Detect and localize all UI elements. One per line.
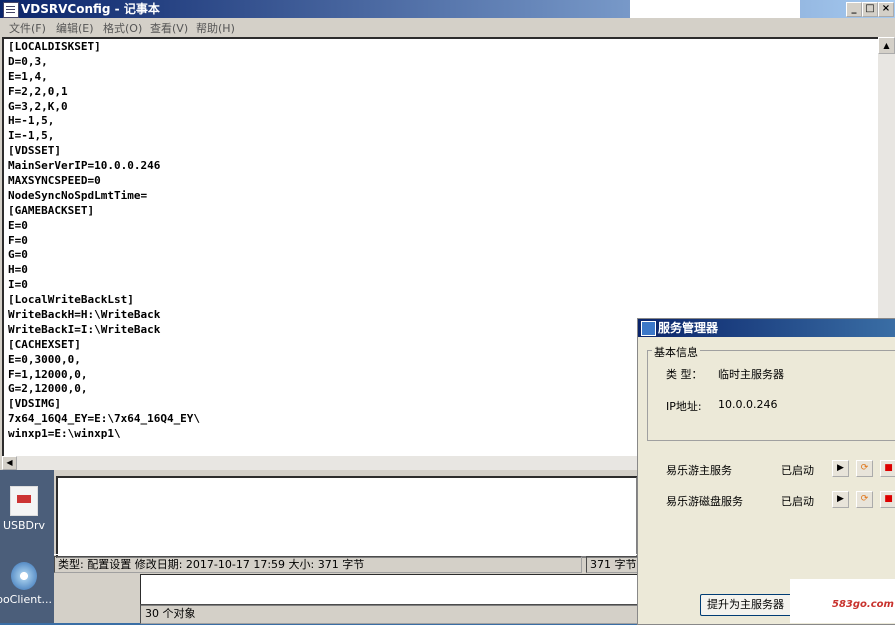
usb-driver-icon: [10, 486, 38, 516]
notepad-icon: [3, 2, 19, 18]
text-line: [LOCALDISKSET]: [8, 40, 101, 53]
text-line: H=-1,5,: [8, 114, 55, 128]
text-line: E=0: [8, 218, 28, 232]
window-title: VDSRVConfig - 记事本: [21, 2, 160, 16]
service-manager-icon: [641, 321, 656, 336]
desktop-icon-label: USBDrv: [2, 519, 46, 532]
dialog-titlebar[interactable]: 服务管理器: [638, 319, 895, 337]
explorer-window: 类型: 配置设置 修改日期: 2017-10-17 17:59 大小: 371 …: [54, 470, 666, 624]
maximize-button[interactable]: □: [862, 2, 878, 17]
text-line: NodeSyncNoSpdLmtTime=: [8, 188, 148, 202]
text-line: [LocalWriteBackLst]: [8, 293, 134, 307]
close-button[interactable]: ×: [878, 2, 894, 17]
stop-service-button[interactable]: ■: [880, 460, 895, 477]
text-line: [VDSSET]: [8, 144, 61, 158]
menu-view[interactable]: 查看(V): [150, 20, 188, 36]
scroll-left-icon[interactable]: ◀: [2, 456, 17, 470]
stop-service-button[interactable]: ■: [880, 491, 895, 508]
menu-format[interactable]: 格式(O): [103, 20, 142, 36]
desktop-icon-boclient[interactable]: boClient...: [0, 562, 54, 606]
service-status: 已启动: [781, 495, 814, 508]
group-label: 基本信息: [652, 344, 700, 360]
text-line: E=1,4,: [8, 69, 48, 83]
menu-bar: 文件(F) 编辑(E) 格式(O) 查看(V) 帮助(H): [0, 18, 895, 36]
text-line: D=0,3,: [8, 54, 48, 68]
scroll-up-icon[interactable]: ▲: [878, 37, 895, 54]
restart-service-button[interactable]: ⟳: [856, 491, 873, 508]
text-line: I=-1,5,: [8, 129, 55, 143]
text-line: F=0: [8, 233, 28, 247]
text-line: MainSerVerIP=10.0.0.246: [8, 159, 161, 173]
notepad-titlebar[interactable]: VDSRVConfig - 记事本 _ □ ×: [0, 0, 895, 18]
dialog-title: 服务管理器: [658, 321, 719, 335]
basic-info-group: [647, 350, 895, 441]
start-service-button[interactable]: ▶: [832, 460, 849, 477]
text-line: [GAMEBACKSET]: [8, 203, 95, 217]
type-label: 类 型：: [666, 368, 703, 381]
text-line: F=2,2,0,1: [8, 84, 68, 98]
restart-service-button[interactable]: ⟳: [856, 460, 873, 477]
service-name: 易乐游磁盘服务: [666, 495, 743, 508]
text-line: G=0: [8, 248, 28, 262]
explorer-file-pane[interactable]: [56, 476, 638, 558]
ip-label: IP地址:: [666, 400, 702, 413]
status-file-size: 371 字节: [586, 556, 638, 573]
titlebar-blank: [630, 0, 800, 18]
desktop-icon-label: boClient...: [0, 593, 53, 606]
start-service-button[interactable]: ▶: [832, 491, 849, 508]
minimize-button[interactable]: _: [846, 2, 862, 17]
menu-edit[interactable]: 编辑(E): [56, 20, 94, 36]
watermark-text: 583go.com: [832, 599, 894, 610]
text-line: I=0: [8, 278, 28, 292]
explorer-lower-pane: [140, 574, 662, 606]
disc-icon: [11, 562, 37, 590]
explorer-status-bar: 类型: 配置设置 修改日期: 2017-10-17 17:59 大小: 371 …: [54, 554, 650, 573]
service-name: 易乐游主服务: [666, 464, 732, 477]
type-value: 临时主服务器: [718, 368, 784, 381]
text-line: G=3,2,K,0: [8, 99, 68, 113]
ip-value: 10.0.0.246: [718, 398, 778, 411]
status-file-info: 类型: 配置设置 修改日期: 2017-10-17 17:59 大小: 371 …: [54, 556, 582, 573]
text-line: MAXSYNCSPEED=0: [8, 174, 101, 188]
watermark: 583go.com: [790, 579, 895, 623]
object-count: 30 个对象: [140, 604, 666, 624]
menu-help[interactable]: 帮助(H): [196, 20, 235, 36]
menu-file[interactable]: 文件(F): [9, 20, 46, 36]
desktop-icon-usbdrv[interactable]: USBDrv: [0, 486, 54, 532]
service-status: 已启动: [781, 464, 814, 477]
text-line: H=0: [8, 263, 28, 277]
